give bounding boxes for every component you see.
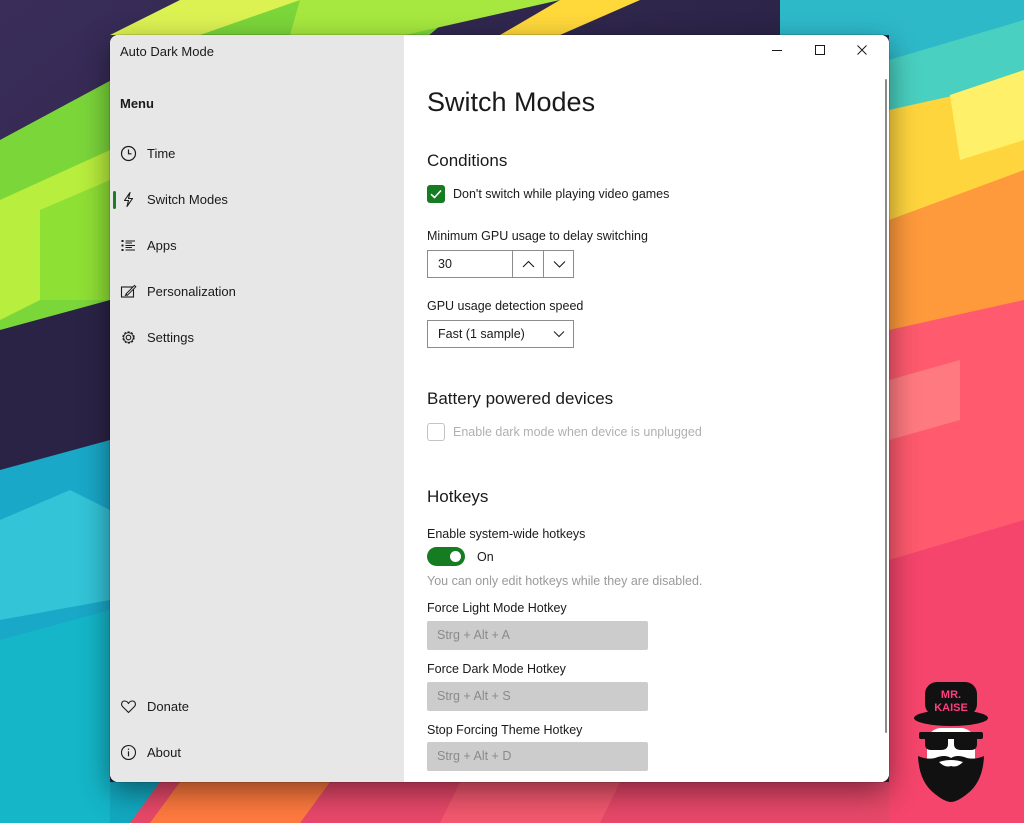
conditions-heading: Conditions bbox=[427, 151, 508, 170]
hotkeys-heading: Hotkeys bbox=[427, 487, 489, 506]
close-button[interactable] bbox=[841, 35, 883, 65]
mr-kaise-logo: MR. KAISE bbox=[914, 682, 988, 802]
maximize-button[interactable] bbox=[799, 35, 841, 65]
detection-speed-dropdown[interactable]: Fast (1 sample) bbox=[427, 320, 574, 348]
page-title: Switch Modes bbox=[427, 87, 596, 117]
maximize-icon bbox=[815, 45, 825, 55]
logo-line1: MR. bbox=[941, 689, 961, 701]
sidebar-item-settings[interactable]: Settings bbox=[110, 318, 404, 358]
sidebar-item-label: Apps bbox=[147, 238, 177, 253]
chevron-up-icon bbox=[522, 260, 535, 268]
chevron-down-icon bbox=[553, 261, 566, 268]
gear-icon bbox=[122, 331, 135, 344]
app-title: Auto Dark Mode bbox=[120, 44, 214, 59]
dark-hotkey-label: Force Dark Mode Hotkey bbox=[427, 662, 566, 676]
detection-speed-label: GPU usage detection speed bbox=[427, 299, 584, 313]
light-hotkey-label: Force Light Mode Hotkey bbox=[427, 601, 567, 615]
list-icon bbox=[121, 240, 135, 251]
detection-speed-value: Fast (1 sample) bbox=[438, 327, 525, 341]
sidebar-item-time[interactable]: Time bbox=[110, 134, 404, 174]
sidebar-item-label: Time bbox=[147, 146, 176, 161]
sidebar: Auto Dark Mode Menu Time Switch Modes Ap… bbox=[110, 35, 404, 782]
minimize-icon bbox=[772, 50, 782, 51]
minimize-button[interactable] bbox=[756, 35, 798, 65]
sidebar-item-label: Personalization bbox=[147, 284, 236, 299]
light-hotkey-field[interactable]: Strg + Alt + A bbox=[427, 621, 648, 650]
sidebar-item-personalization[interactable]: Personalization bbox=[110, 272, 404, 312]
sidebar-item-label: Settings bbox=[147, 330, 194, 345]
hotkeys-toggle[interactable] bbox=[427, 547, 465, 566]
toggle-knob bbox=[450, 551, 461, 562]
vertical-scrollbar[interactable] bbox=[885, 79, 887, 733]
dark-hotkey-field[interactable]: Strg + Alt + S bbox=[427, 682, 648, 711]
video-games-checkbox[interactable] bbox=[427, 185, 445, 203]
sidebar-item-about[interactable]: About bbox=[110, 733, 404, 773]
sidebar-item-switch-modes[interactable]: Switch Modes bbox=[110, 180, 404, 220]
logo-line2: KAISE bbox=[934, 702, 968, 714]
stop-hotkey-label: Stop Forcing Theme Hotkey bbox=[427, 723, 583, 737]
video-games-label: Don't switch while playing video games bbox=[453, 187, 670, 201]
app-window: Auto Dark Mode Menu Time Switch Modes Ap… bbox=[110, 35, 889, 782]
unplugged-checkbox[interactable] bbox=[427, 423, 445, 441]
sidebar-item-donate[interactable]: Donate bbox=[110, 687, 404, 727]
info-icon bbox=[120, 744, 137, 761]
watermark-logo: MR. KAISE bbox=[905, 678, 997, 804]
sidebar-item-apps[interactable]: Apps bbox=[110, 226, 404, 266]
sidebar-item-label: About bbox=[147, 745, 181, 760]
enable-hotkeys-label: Enable system-wide hotkeys bbox=[427, 527, 586, 541]
paint-icon bbox=[120, 284, 137, 298]
sidebar-item-label: Switch Modes bbox=[147, 192, 228, 207]
gpu-usage-input[interactable] bbox=[428, 251, 513, 277]
selected-indicator bbox=[113, 191, 116, 209]
lightning-icon bbox=[123, 191, 134, 208]
unplugged-label: Enable dark mode when device is unplugge… bbox=[453, 425, 702, 439]
checkmark-icon bbox=[430, 189, 442, 199]
decrement-button[interactable] bbox=[543, 251, 575, 277]
gpu-usage-stepper bbox=[427, 250, 574, 278]
increment-button[interactable] bbox=[512, 251, 544, 277]
toggle-state-label: On bbox=[477, 550, 494, 564]
clock-icon bbox=[120, 145, 137, 162]
menu-label: Menu bbox=[120, 96, 154, 111]
close-icon bbox=[857, 45, 867, 55]
chevron-down-icon bbox=[553, 331, 565, 338]
stop-hotkey-field[interactable]: Strg + Alt + D bbox=[427, 742, 648, 771]
heart-icon bbox=[121, 700, 136, 714]
hotkeys-hint: You can only edit hotkeys while they are… bbox=[427, 574, 703, 588]
sidebar-item-label: Donate bbox=[147, 699, 189, 714]
gpu-usage-label: Minimum GPU usage to delay switching bbox=[427, 229, 648, 243]
battery-heading: Battery powered devices bbox=[427, 389, 614, 408]
content-pane: Switch Modes Conditions Don't switch whi… bbox=[404, 35, 889, 782]
